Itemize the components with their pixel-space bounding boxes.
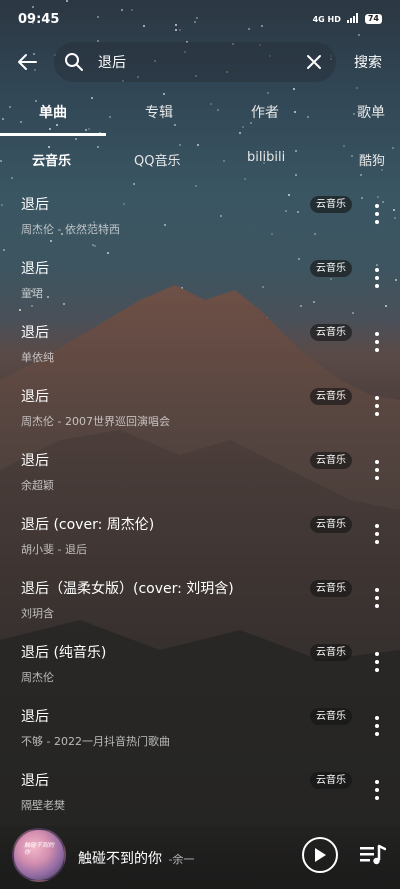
song-title: 退后 (21, 709, 49, 725)
now-playing-song: 触碰不到的你 (78, 851, 162, 867)
song-row[interactable]: 退后周杰伦 - 2007世界巡回演唱会 云音乐 (0, 370, 400, 434)
song-row[interactable]: 退后 (纯音乐) 周杰伦 云音乐 (0, 626, 400, 690)
search-icon (65, 53, 83, 71)
song-row[interactable]: 退后余超颖 云音乐 (0, 434, 400, 498)
play-icon (315, 848, 326, 862)
song-subtitle: 胡小斐 - 退后 (21, 543, 87, 556)
more-options-icon[interactable] (371, 716, 383, 736)
song-row[interactable]: 退后不够 - 2022一月抖音热门歌曲 云音乐 (0, 690, 400, 754)
source-badge: 云音乐 (310, 452, 352, 469)
song-subtitle: 刘玥含 (21, 607, 54, 620)
status-bar: 09:45 4G HD 74 (0, 0, 400, 38)
source-netease[interactable]: 云音乐 (32, 150, 71, 169)
source-badge: 云音乐 (310, 388, 352, 405)
search-header: 搜索 (0, 40, 400, 84)
now-playing-title: 触碰不到的你 -余一 (78, 848, 194, 868)
close-icon (307, 55, 321, 69)
result-type-tabs: 单曲 专辑 作者 歌单 (0, 90, 400, 136)
source-badge: 云音乐 (310, 324, 352, 341)
signal-icon (346, 13, 359, 25)
song-title: 退后 (21, 773, 49, 789)
song-title: 退后 (21, 261, 49, 277)
song-subtitle: 隔壁老樊 (21, 799, 65, 812)
source-badge: 云音乐 (310, 580, 352, 597)
search-box[interactable] (54, 42, 336, 82)
more-options-icon[interactable] (371, 652, 383, 672)
source-kugou[interactable]: 酷狗 (359, 150, 385, 169)
song-subtitle: 周杰伦 (21, 671, 54, 684)
song-title: 退后 (cover: 周杰伦) (21, 517, 155, 533)
song-title: 退后 (21, 389, 49, 405)
song-subtitle: 童珺 (21, 287, 43, 300)
playlist-queue-button[interactable] (360, 844, 387, 868)
song-subtitle: 周杰伦 - 依然范特西 (21, 223, 120, 236)
more-options-icon[interactable] (371, 588, 383, 608)
song-subtitle: 周杰伦 - 2007世界巡回演唱会 (21, 415, 170, 428)
song-subtitle: 余超颖 (21, 479, 54, 492)
more-options-icon[interactable] (371, 780, 383, 800)
queue-icon (360, 844, 387, 865)
song-title: 退后 (21, 197, 49, 213)
song-subtitle: 不够 - 2022一月抖音热门歌曲 (21, 735, 170, 748)
more-options-icon[interactable] (371, 524, 383, 544)
arrow-left-icon (18, 54, 37, 70)
song-row[interactable]: 退后（温柔女版）(cover: 刘玥含) 刘玥含 云音乐 (0, 562, 400, 626)
source-badge: 云音乐 (310, 644, 352, 661)
more-options-icon[interactable] (371, 204, 383, 224)
source-badge: 云音乐 (310, 516, 352, 533)
tab-playlists[interactable]: 歌单 (318, 90, 400, 136)
back-button[interactable] (0, 40, 54, 84)
search-input[interactable] (98, 54, 302, 70)
source-qq[interactable]: QQ音乐 (134, 150, 180, 169)
result-list: 退后 周杰伦 - 依然范特西 云音乐 退后 童珺 云音乐 退后 单依纯 云音乐 退后 周杰伦 - 2… (0, 178, 400, 818)
source-filter: 云音乐 QQ音乐 bilibili 酷狗 (0, 142, 400, 178)
more-options-icon[interactable] (371, 332, 383, 352)
mini-player[interactable]: 触碰不到的你 触碰不到的你 -余一 (0, 826, 400, 889)
battery-icon: 74 (364, 14, 382, 24)
more-options-icon[interactable] (371, 268, 383, 288)
song-title: 退后（温柔女版）(cover: 刘玥含) (21, 581, 234, 597)
status-icons: 4G HD 74 (313, 13, 382, 25)
now-playing-artist: -余一 (168, 853, 195, 866)
status-time: 09:45 (18, 11, 60, 27)
source-badge: 云音乐 (310, 196, 352, 213)
more-options-icon[interactable] (371, 396, 383, 416)
clear-search-button[interactable] (302, 50, 326, 74)
play-button[interactable] (302, 837, 338, 873)
song-title: 退后 (21, 325, 49, 341)
tab-artists[interactable]: 作者 (212, 90, 318, 136)
source-badge: 云音乐 (310, 708, 352, 725)
song-title: 退后 (纯音乐) (21, 645, 107, 661)
song-row[interactable]: 退后 (cover: 周杰伦) 胡小斐 - 退后 云音乐 (0, 498, 400, 562)
source-badge: 云音乐 (310, 772, 352, 789)
song-title: 退后 (21, 453, 49, 469)
source-badge: 云音乐 (310, 260, 352, 277)
search-submit-button[interactable]: 搜索 (336, 52, 400, 72)
album-cover[interactable]: 触碰不到的你 (12, 828, 66, 882)
tab-albums[interactable]: 专辑 (106, 90, 212, 136)
more-options-icon[interactable] (371, 460, 383, 480)
source-bilibili[interactable]: bilibili (247, 150, 285, 165)
song-row[interactable]: 退后隔壁老樊 云音乐 (0, 754, 400, 818)
network-indicator: 4G HD (312, 14, 341, 24)
song-row[interactable]: 退后童珺 云音乐 (0, 242, 400, 306)
cover-text: 触碰不到的你 (24, 842, 55, 856)
song-subtitle: 单依纯 (21, 351, 54, 364)
song-row[interactable]: 退后单依纯 云音乐 (0, 306, 400, 370)
song-row[interactable]: 退后周杰伦 - 依然范特西 云音乐 (0, 178, 400, 242)
tab-songs[interactable]: 单曲 (0, 90, 106, 136)
